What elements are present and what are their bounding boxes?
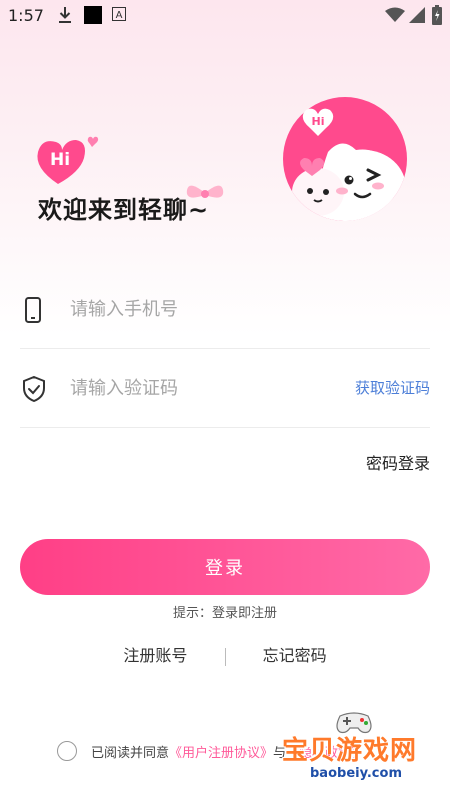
phone-icon	[22, 297, 44, 327]
download-icon	[58, 6, 72, 28]
watermark-cn: 宝贝游戏网	[282, 736, 418, 766]
bow-icon	[183, 178, 227, 208]
welcome-hi-text: Hi	[50, 150, 70, 170]
mascot-hi-text: Hi	[312, 115, 325, 128]
register-link[interactable]: 注册账号	[123, 646, 187, 665]
code-row: 获取验证码	[20, 349, 430, 428]
login-button[interactable]: 登录	[20, 539, 430, 595]
password-login-link[interactable]: 密码登录	[366, 450, 430, 474]
account-links: 注册账号 忘记密码	[0, 642, 450, 666]
status-time: 1:57	[8, 6, 44, 25]
watermark-en: baobeiy.com	[310, 766, 402, 781]
forgot-password-link[interactable]: 忘记密码	[263, 646, 327, 665]
watermark: 宝贝游戏网 baobeiy.com	[282, 708, 432, 788]
agree-checkbox[interactable]	[57, 741, 77, 761]
shield-check-icon	[22, 375, 46, 406]
signal-icon	[409, 7, 425, 27]
app-square-icon	[84, 6, 102, 28]
battery-icon	[432, 5, 442, 29]
code-input[interactable]	[68, 369, 342, 407]
a-badge-icon: A	[112, 6, 126, 25]
agreement-prefix: 已阅读并同意	[91, 745, 170, 761]
wifi-icon	[385, 7, 405, 27]
get-code-button[interactable]: 获取验证码	[355, 377, 430, 398]
svg-text:A: A	[116, 10, 123, 21]
mascot-avatar: Hi	[282, 96, 408, 222]
login-hint: 提示：登录即注册	[172, 606, 277, 621]
link-divider	[224, 647, 226, 666]
phone-input[interactable]	[68, 290, 342, 328]
user-agreement-link[interactable]: 《用户注册协议》	[169, 742, 273, 761]
heart-hi-icon: Hi	[34, 134, 104, 190]
status-bar: 1:57 A	[0, 0, 450, 32]
phone-row	[20, 270, 430, 349]
